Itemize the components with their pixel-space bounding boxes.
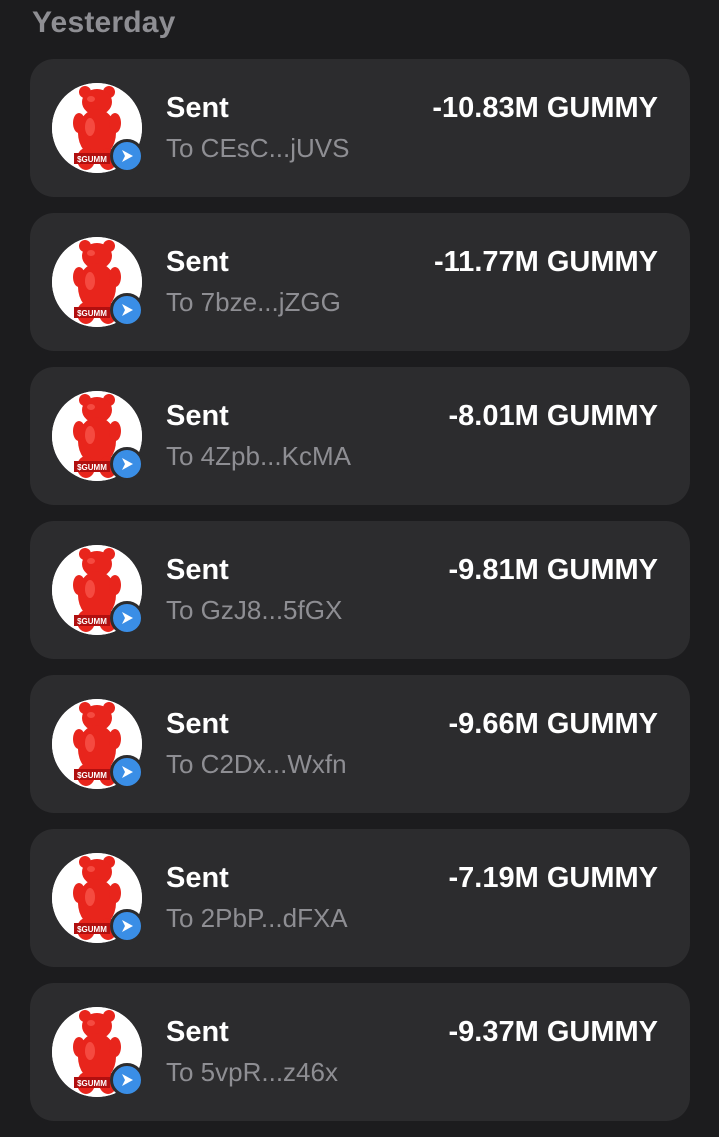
transaction-recipient: To 5vpR...z46x (166, 1057, 338, 1087)
transaction-type: Sent (166, 554, 229, 586)
svg-text:$GUMM: $GUMM (77, 1079, 107, 1088)
transaction-recipient: To 2PbP...dFXA (166, 903, 348, 933)
transaction-amount: -10.83M GUMMY (432, 92, 658, 124)
section-header-yesterday: Yesterday (32, 6, 176, 39)
transaction-recipient: To 4Zpb...KcMA (166, 441, 351, 471)
transaction-card[interactable]: $GUMM Sent To 5vpR...z46x -9.37M GUMMY (30, 983, 690, 1121)
transaction-type: Sent (166, 92, 229, 124)
transaction-amount: -9.66M GUMMY (448, 708, 658, 740)
transaction-list: $GUMM Sent To CEsC...jUVS -10.83M GUMMY … (30, 59, 690, 1137)
svg-text:$GUMM: $GUMM (77, 617, 107, 626)
svg-text:$GUMM: $GUMM (77, 925, 107, 934)
send-arrow-icon (110, 293, 144, 327)
transaction-card[interactable]: $GUMM Sent To C2Dx...Wxfn -9.66M GUMMY (30, 675, 690, 813)
send-arrow-icon (110, 1063, 144, 1097)
transaction-recipient: To 7bze...jZGG (166, 287, 341, 317)
transaction-amount: -11.77M GUMMY (434, 246, 658, 278)
send-arrow-icon (110, 755, 144, 789)
transaction-type: Sent (166, 400, 229, 432)
send-arrow-icon (110, 139, 144, 173)
svg-text:$GUMM: $GUMM (77, 771, 107, 780)
svg-text:$GUMM: $GUMM (77, 155, 107, 164)
transaction-card[interactable]: $GUMM Sent To CEsC...jUVS -10.83M GUMMY (30, 59, 690, 197)
transaction-recipient: To GzJ8...5fGX (166, 595, 343, 625)
transaction-amount: -8.01M GUMMY (448, 400, 658, 432)
send-arrow-icon (110, 601, 144, 635)
transaction-card[interactable]: $GUMM Sent To 2PbP...dFXA -7.19M GUMMY (30, 829, 690, 967)
send-arrow-icon (110, 909, 144, 943)
transaction-card[interactable]: $GUMM Sent To 4Zpb...KcMA -8.01M GUMMY (30, 367, 690, 505)
send-arrow-icon (110, 447, 144, 481)
transaction-card[interactable]: $GUMM Sent To 7bze...jZGG -11.77M GUMMY (30, 213, 690, 351)
transaction-amount: -7.19M GUMMY (448, 862, 658, 894)
transaction-card[interactable]: $GUMM Sent To GzJ8...5fGX -9.81M GUMMY (30, 521, 690, 659)
transaction-recipient: To C2Dx...Wxfn (166, 749, 347, 779)
svg-text:$GUMM: $GUMM (77, 309, 107, 318)
transaction-amount: -9.37M GUMMY (448, 1016, 658, 1048)
svg-text:$GUMM: $GUMM (77, 463, 107, 472)
transaction-recipient: To CEsC...jUVS (166, 133, 350, 163)
transaction-amount: -9.81M GUMMY (448, 554, 658, 586)
transaction-type: Sent (166, 708, 229, 740)
transaction-type: Sent (166, 862, 229, 894)
transaction-type: Sent (166, 1016, 229, 1048)
transaction-type: Sent (166, 246, 229, 278)
